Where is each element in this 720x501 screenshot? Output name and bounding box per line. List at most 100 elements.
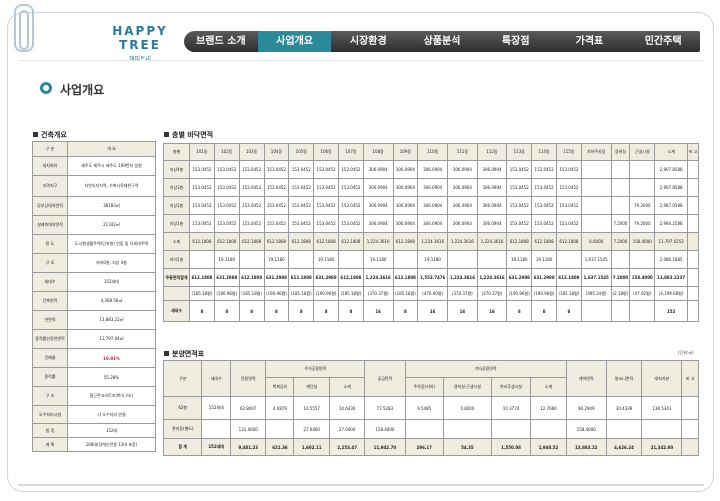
floor-cell: 153.0452 [338, 178, 364, 197]
overview-row: 오수처리시설 사 오수처리 연결 [32, 405, 156, 424]
floor-cell: 153.0452 [556, 214, 582, 233]
floor-cell [238, 250, 265, 269]
overview-row: 계 획 168대(장애인전용 13대 포함) [32, 437, 156, 452]
floor-cell [629, 250, 656, 269]
overview-value: 지하0층, 지상 4층 [67, 253, 156, 273]
floor-cell [580, 214, 612, 233]
overview-row: 연면적 13,883.22㎡ [32, 310, 156, 330]
floor-cell: 631.2988 [213, 268, 240, 287]
nav-item[interactable]: 브랜드 소개 [184, 31, 258, 52]
overview-label: 공부상대지면적 [32, 196, 68, 216]
floor-cell [288, 250, 315, 269]
happytree-logo[interactable]: HAPPY TREE 해피트리 [101, 24, 179, 63]
overview-label: 세대수 [32, 272, 68, 292]
nav-item[interactable]: 사업개요 [257, 31, 332, 52]
floor-cell: 306.0904 [392, 214, 419, 233]
floor-cell [687, 286, 699, 301]
floor-header-cell: 106동 [313, 143, 340, 161]
sale-cell: 30.4339 [605, 396, 643, 420]
overview-value: 사 오수처리 연결 [67, 405, 156, 424]
floor-cell [687, 250, 699, 269]
sale-cell: 54.35 [442, 438, 492, 456]
floor-cell: 1,637.1545 [580, 250, 612, 269]
overview-value: 21342㎡ [67, 215, 156, 235]
floor-cell: 8 [338, 300, 364, 322]
floor-cell: 153.0452 [506, 214, 533, 233]
floor-row: 지상4층 153.0452 153.0452 153.0452 153.0452 153.… [162, 160, 699, 179]
sale-cell: 1,940.52 [530, 438, 567, 456]
floor-cell: 2,086.1885 [654, 250, 688, 269]
sale-cell: 합 계 [162, 438, 203, 456]
sale-subheader-cell: 계단실 [293, 377, 330, 397]
nav-item[interactable]: 상품분석 [405, 31, 479, 52]
overview-value: 19.93% [67, 348, 156, 368]
floor-cell [629, 160, 656, 179]
floor-cell [338, 250, 364, 269]
floor-cell: 8 [213, 300, 240, 322]
floor-cell [687, 268, 699, 287]
floor-cell: (190.96평) [506, 286, 533, 301]
sale-cell [201, 419, 231, 439]
floor-cell: 612.1808 [288, 232, 315, 251]
sale-cell [530, 419, 567, 439]
floor-cell: 612.1808 [189, 268, 215, 287]
overview-table: 구 분개 요 대지위치 제주도 제주시 제주도 109번지 일원 지역지구 자연녹지지역… [32, 141, 156, 452]
floor-row: 지하1층 19.1180 19.1180 19.1180 19.1180 19.1180 1… [162, 250, 699, 269]
floor-cell [687, 178, 699, 197]
floor-cell: 153.0452 [556, 196, 582, 215]
floor-cell: (190.96평) [263, 286, 290, 301]
sale-header-cell: 공급면적 [364, 360, 406, 397]
floor-cell: 153.0452 [189, 160, 215, 179]
overview-value: 도시형생활주택(단지형) 연립 및 다세대주택 [67, 234, 156, 254]
floor-cell: 153.0452 [189, 214, 215, 233]
overview-value: 13,883.22㎡ [67, 310, 156, 330]
nav-item[interactable]: 시장환경 [331, 31, 405, 52]
overview-row: 지역지구 자연녹지지역, 가축사육제한구역 [32, 175, 156, 197]
floor-cell: 지상2층 [162, 196, 191, 215]
floor-cell: (4,199.68평) [654, 286, 688, 301]
sale-cell [404, 419, 444, 439]
floor-cell: 1,224.3616 [476, 232, 508, 251]
sale-row: 관리동(별도) 131.0600 27.0400 27.0400 158.4000 158… [162, 419, 699, 439]
floor-cell: 612.1808 [338, 268, 364, 287]
overview-row: 건축면적 4,368.56㎡ [32, 291, 156, 311]
floor-row: 세대수 8 8 8 8 8 8 8 16 8 16 16 16 8 8 8 152 [162, 300, 699, 322]
floor-cell: 612.1808 [288, 268, 315, 287]
floor-header-cell: 비 고 [687, 143, 699, 161]
floor-header-row: 층별 101동 102동 103동 104동 105동 106동 107동 108동 109동 11… [162, 143, 699, 161]
floor-row: 주용면적합계 612.1808 631.2988 612.1808 631.2988 61… [162, 268, 699, 287]
floor-cell [629, 300, 656, 322]
floor-cell: 세대수 [162, 300, 191, 322]
nav-item[interactable]: 민간주택 [626, 31, 700, 52]
logo-brand: HAPPY TREE [112, 24, 168, 52]
nav-item[interactable]: 특장점 [479, 31, 553, 52]
floor-cell: 16 [476, 300, 508, 322]
floor-cell [687, 214, 699, 233]
overview-row: 법 정 152대 [32, 423, 156, 438]
floor-cell [687, 160, 699, 179]
floor-cell [610, 300, 631, 322]
floor-cell: (470.00평) [417, 286, 449, 301]
sale-header-cell: 대지지분 [641, 360, 683, 397]
floor-cell: 612.1808 [189, 232, 215, 251]
floor-cell: (370.37평) [476, 286, 508, 301]
floor-cell: (190.96평) [531, 286, 558, 301]
floor-cell: 19.1180 [531, 250, 558, 269]
sale-header-cell: 비 고 [681, 360, 699, 397]
floor-cell: 1,553.7476 [417, 268, 449, 287]
overview-row: 공부상대지면적 38183㎡ [32, 196, 156, 216]
overview-value: 자연녹지지역, 가축사육제한구역 [67, 175, 156, 197]
sale-cell: 관리동(별도) [162, 419, 203, 439]
sale-cell [265, 419, 295, 439]
overview-row: 실제측대지면적 21342㎡ [32, 215, 156, 235]
floor-cell: 153.0452 [506, 160, 533, 179]
overview-row: 용적률산정연면적 11,797.04㎡ [32, 329, 156, 349]
floor-cell: 153.0452 [338, 196, 364, 215]
floor-cell: 2,907.8588 [654, 160, 688, 179]
floor-header-cell: 115동 [556, 143, 582, 161]
sale-header-cell: 발코니면적 [605, 360, 643, 397]
floor-cell: 153.0452 [263, 178, 290, 197]
nav-item[interactable]: 가격표 [553, 31, 627, 52]
overview-value: 152대 [67, 423, 156, 438]
overview-label: 용적률 [32, 367, 68, 387]
